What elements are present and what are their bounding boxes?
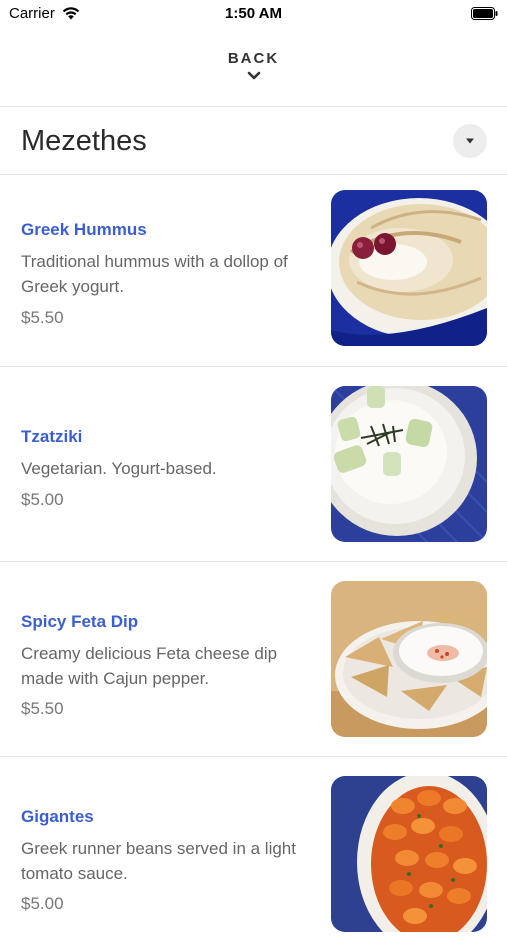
- menu-item[interactable]: Greek Hummus Traditional hummus with a d…: [0, 175, 507, 370]
- clock: 1:50 AM: [225, 5, 282, 22]
- chevron-down-icon: [247, 71, 260, 80]
- menu-item[interactable]: Gigantes Greek runner beans served in a …: [0, 756, 507, 951]
- item-name: Spicy Feta Dip: [21, 612, 139, 631]
- item-price: $5.50: [21, 308, 64, 327]
- item-name: Gigantes: [21, 807, 94, 826]
- section-title: Mezethes: [21, 125, 147, 157]
- item-description: Creamy delicious Feta cheese dip made wi…: [21, 644, 278, 688]
- item-price: $5.00: [21, 894, 64, 913]
- status-bar: Carrier 1:50 AM: [0, 0, 507, 28]
- item-description: Greek runner beans served in a light tom…: [21, 839, 296, 883]
- hummus-photo: [331, 190, 487, 346]
- tzatziki-photo: [331, 386, 487, 542]
- back-label: BACK: [227, 50, 280, 67]
- section-dropdown-button[interactable]: [453, 124, 487, 158]
- menu-item[interactable]: Tzatziki Vegetarian. Yogurt-based. $5.00: [0, 366, 507, 561]
- item-price: $5.00: [21, 490, 64, 509]
- header-divider: [0, 106, 507, 107]
- battery-icon: [471, 7, 498, 20]
- item-description: Traditional hummus with a dollop of Gree…: [21, 252, 288, 296]
- gigantes-photo: [331, 776, 487, 932]
- feta-dip-photo: [331, 581, 487, 737]
- item-description: Vegetarian. Yogurt-based.: [21, 459, 217, 478]
- item-name: Tzatziki: [21, 427, 83, 446]
- item-name: Greek Hummus: [21, 220, 147, 239]
- item-price: $5.50: [21, 699, 64, 718]
- back-button[interactable]: BACK: [0, 48, 507, 94]
- menu-item[interactable]: Spicy Feta Dip Creamy delicious Feta che…: [0, 561, 507, 756]
- caret-down-icon: [466, 138, 474, 144]
